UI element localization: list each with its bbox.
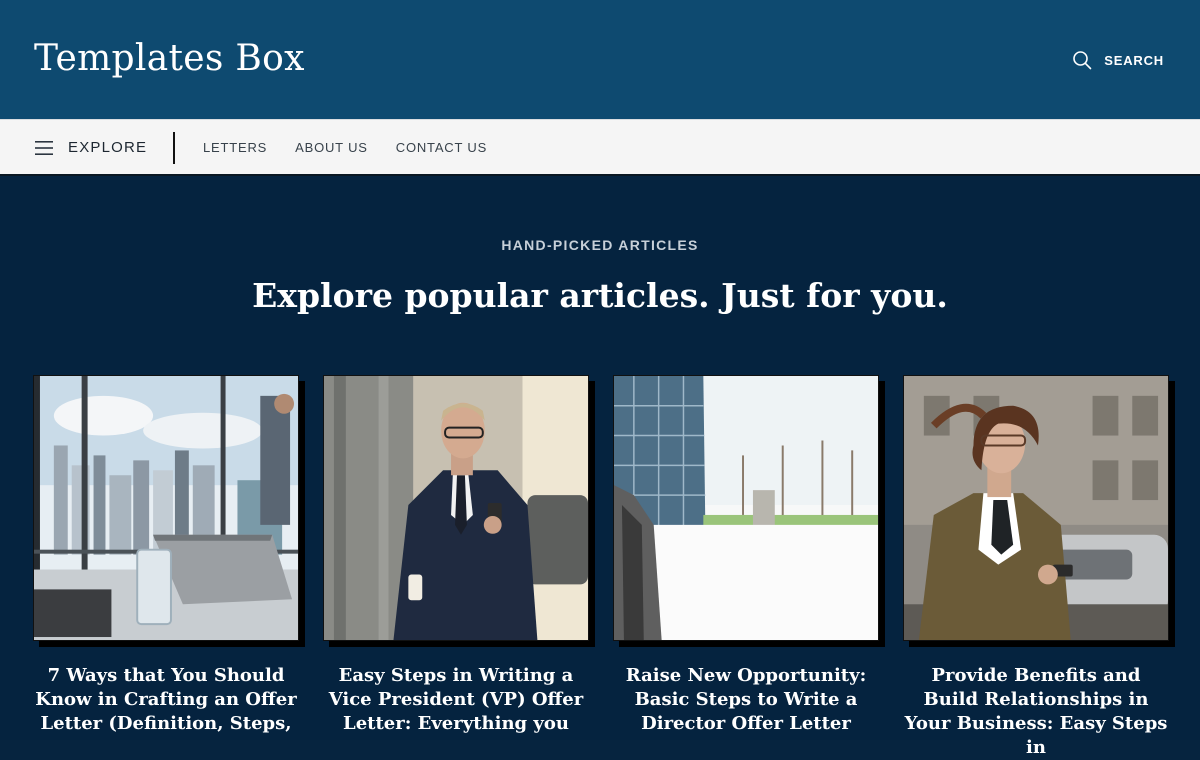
search-button[interactable]: SEARCH [1072,48,1164,72]
explore-label: EXPLORE [68,139,148,156]
section-eyebrow: HAND-PICKED ARTICLES [501,237,699,253]
nav-link-contact-us[interactable]: CONTACT US [396,140,487,155]
explore-menu-button[interactable]: EXPLORE [34,120,147,175]
search-label: SEARCH [1104,52,1164,68]
article-title[interactable]: Easy Steps in Writing a Vice President (… [323,664,589,736]
main-nav: EXPLORE LETTERS ABOUT US CONTACT US [0,119,1200,176]
article-title[interactable]: 7 Ways that You Should Know in Crafting … [33,664,299,736]
section-headline: Explore popular articles. Just for you. [252,276,948,315]
nav-divider [173,132,175,164]
nav-links: LETTERS ABOUT US CONTACT US [203,120,487,175]
article-image-woman-phone[interactable] [903,375,1169,641]
article-image-office-window[interactable] [33,375,299,641]
article-image-city-plaza[interactable] [613,375,879,641]
site-logo[interactable]: Templates Box [34,38,305,79]
search-icon [1073,51,1092,70]
featured-articles-section: HAND-PICKED ARTICLES Explore popular art… [0,176,1200,758]
nav-link-about-us[interactable]: ABOUT US [295,140,368,155]
nav-link-letters[interactable]: LETTERS [203,140,267,155]
article-title[interactable]: Provide Benefits and Build Relationships… [903,664,1169,760]
hamburger-menu-icon [35,140,53,155]
site-header: Templates Box SEARCH [0,0,1200,119]
article-title[interactable]: Raise New Opportunity: Basic Steps to Wr… [613,664,879,736]
article-image-businessman-phone[interactable] [323,375,589,641]
